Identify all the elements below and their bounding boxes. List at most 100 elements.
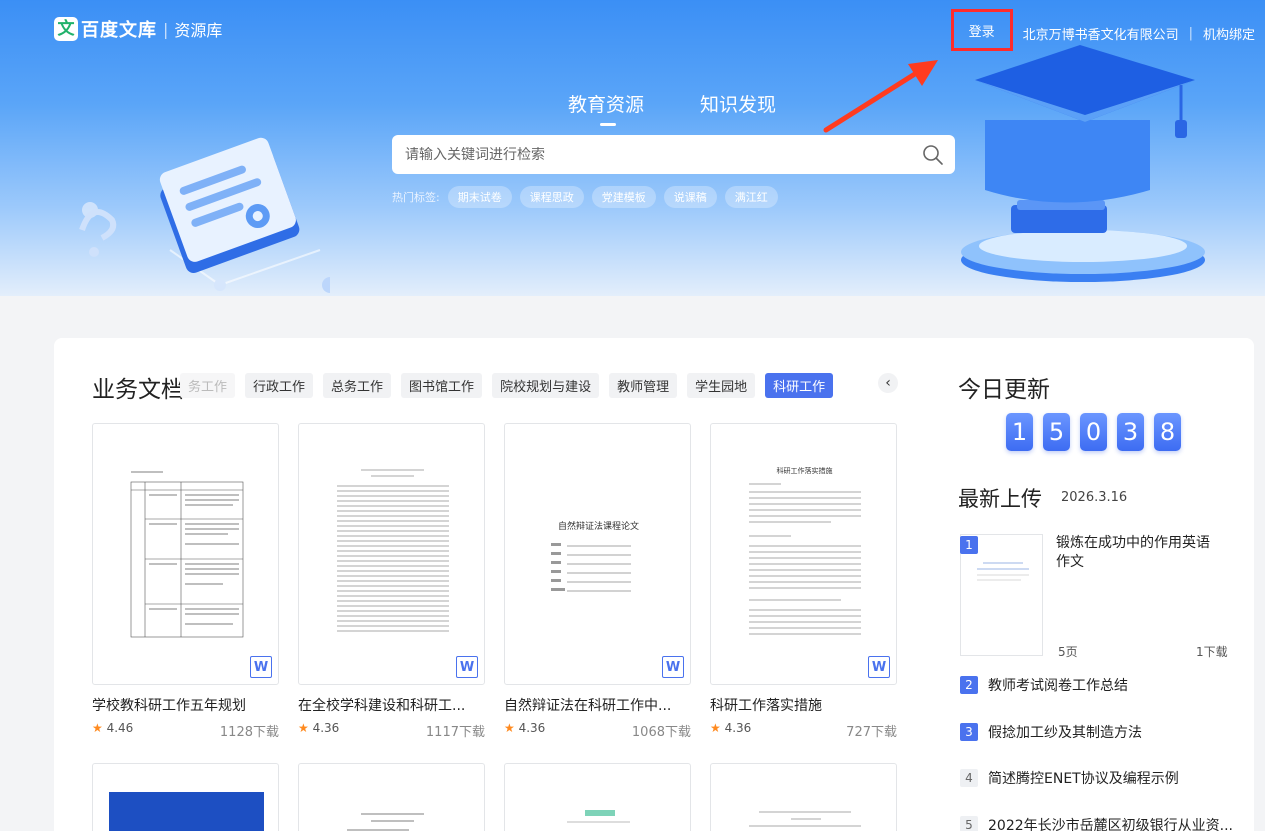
category-tab[interactable]: 图书馆工作 bbox=[401, 373, 483, 398]
star-icon: ★ bbox=[92, 721, 103, 735]
word-file-icon: W bbox=[868, 656, 890, 678]
star-icon: ★ bbox=[710, 721, 721, 735]
doc-title[interactable]: 学校教科研工作五年规划 bbox=[92, 695, 279, 715]
category-tab-active[interactable]: 科研工作 bbox=[765, 373, 834, 398]
hot-tags: 热门标签: 期末试卷 课程思政 党建模板 说课稿 满江红 bbox=[392, 186, 778, 208]
tab-knowledge[interactable]: 知识发现 bbox=[700, 90, 776, 117]
counter-digit: 1 bbox=[1006, 413, 1033, 451]
hot-tag[interactable]: 说课稿 bbox=[663, 186, 717, 208]
doc-meta: ★ 4.36 1068下载 bbox=[504, 721, 691, 740]
counter-digit: 3 bbox=[1117, 413, 1144, 451]
logo-subtitle: 资源库 bbox=[174, 21, 223, 40]
doc-thumbnail[interactable] bbox=[298, 763, 485, 831]
latest-list-item[interactable]: 5 2022年长沙市岳麓区初级银行从业资... bbox=[960, 815, 1233, 831]
rank-badge: 1 bbox=[960, 536, 978, 554]
tab-education[interactable]: 教育资源 bbox=[568, 90, 644, 126]
rank-badge: 3 bbox=[960, 723, 978, 741]
hero-tabs: 教育资源 知识发现 bbox=[568, 90, 832, 126]
doc-preview-table bbox=[130, 471, 244, 638]
doc-downloads: 1128下载 bbox=[219, 725, 279, 740]
doc-title[interactable]: 科研工作落实措施 bbox=[710, 695, 897, 715]
doc-preview-text bbox=[749, 483, 861, 635]
doc-thumbnail[interactable] bbox=[504, 763, 691, 831]
hero-banner: 文 百度文库 | 资源库 登录 北京万博书香文化有限公司 | 机构绑定 教育资源… bbox=[0, 0, 1265, 296]
doc-thumbnail[interactable]: 自然辩证法课程论文 W bbox=[504, 423, 691, 685]
doc-card[interactable]: W 学校教科研工作五年规划 ★ 4.46 1128下载 bbox=[92, 423, 279, 740]
counter-digit: 5 bbox=[1043, 413, 1070, 451]
today-update-title: 今日更新 bbox=[958, 377, 1050, 403]
doc-rating: ★ 4.36 bbox=[298, 721, 340, 735]
doc-downloads: 1117下载 bbox=[425, 725, 485, 740]
doc-downloads: 1068下载 bbox=[631, 725, 691, 740]
hot-tag[interactable]: 期末试卷 bbox=[447, 186, 512, 208]
doc-preview-text bbox=[347, 813, 424, 831]
doc-thumbnail[interactable]: W bbox=[298, 423, 485, 685]
category-tab[interactable]: 总务工作 bbox=[323, 373, 392, 398]
category-tab[interactable]: 行政工作 bbox=[245, 373, 314, 398]
doc-rating: ★ 4.46 bbox=[92, 721, 134, 735]
latest-item-title[interactable]: 2022年长沙市岳麓区初级银行从业资... bbox=[988, 815, 1233, 831]
doc-cover-image bbox=[109, 792, 264, 831]
star-icon: ★ bbox=[298, 721, 309, 735]
hot-tag[interactable]: 党建模板 bbox=[591, 186, 656, 208]
word-file-icon: W bbox=[250, 656, 272, 678]
doc-card[interactable]: 自然辩证法课程论文 W 自然辩证法在科研工作中... ★ 4.36 1068下载 bbox=[504, 423, 691, 740]
latest-list-item[interactable]: 3 假捻加工纱及其制造方法 bbox=[960, 722, 1142, 742]
category-tab[interactable]: 务工作 bbox=[180, 373, 236, 398]
doc-preview-text bbox=[567, 810, 630, 823]
doc-card[interactable]: 科研工作落实措施 W 科研工作落实措施 ★ 4.36 727下载 bbox=[710, 423, 897, 740]
search-box bbox=[392, 135, 955, 174]
doc-rating: ★ 4.36 bbox=[710, 721, 752, 735]
section-title-business-docs: 业务文档 bbox=[92, 377, 184, 403]
doc-meta: ★ 4.46 1128下载 bbox=[92, 721, 279, 740]
category-tabs: 务工作 行政工作 总务工作 图书馆工作 院校规划与建设 教师管理 学生园地 科研… bbox=[180, 373, 898, 398]
wenku-logo-icon: 文 bbox=[54, 17, 78, 41]
logo-separator: | bbox=[163, 19, 169, 39]
doc-rating: ★ 4.36 bbox=[504, 721, 546, 735]
star-icon: ★ bbox=[504, 721, 515, 735]
word-file-icon: W bbox=[456, 656, 478, 678]
doc-meta: ★ 4.36 727下载 bbox=[710, 721, 897, 740]
counter-digit: 8 bbox=[1154, 413, 1181, 451]
login-link[interactable]: 登录 bbox=[969, 21, 995, 40]
doc-preview-form bbox=[551, 543, 631, 592]
download-count: 1下载 bbox=[1196, 645, 1228, 659]
doc-meta: ★ 4.36 1117下载 bbox=[298, 721, 485, 740]
doc-title[interactable]: 在全校学科建设和科研工... bbox=[298, 695, 485, 715]
hot-tag[interactable]: 满江红 bbox=[724, 186, 778, 208]
latest-item-title[interactable]: 教师考试阅卷工作总结 bbox=[988, 675, 1128, 695]
logo[interactable]: 文 百度文库 | 资源库 bbox=[54, 16, 222, 42]
doc-thumbnail[interactable] bbox=[710, 763, 897, 831]
category-tab[interactable]: 学生园地 bbox=[687, 373, 756, 398]
latest-upload-date: 2026.3.16 bbox=[1061, 490, 1128, 505]
doc-thumbnail[interactable] bbox=[92, 763, 279, 831]
page-count: 5页 bbox=[1058, 645, 1078, 659]
update-counter: 1 5 0 3 8 bbox=[1006, 413, 1191, 451]
latest-list-item[interactable]: 4 简述腾控ENET协议及编程示例 bbox=[960, 768, 1179, 788]
counter-digit: 0 bbox=[1080, 413, 1107, 451]
rank-badge: 2 bbox=[960, 676, 978, 694]
hot-tag[interactable]: 课程思政 bbox=[519, 186, 584, 208]
category-tab[interactable]: 院校规划与建设 bbox=[492, 373, 600, 398]
word-file-icon: W bbox=[662, 656, 684, 678]
latest-item-title[interactable]: 假捻加工纱及其制造方法 bbox=[988, 722, 1142, 742]
rank-badge: 5 bbox=[960, 816, 978, 831]
latest-list-item[interactable]: 2 教师考试阅卷工作总结 bbox=[960, 675, 1128, 695]
doc-thumbnail[interactable]: W bbox=[92, 423, 279, 685]
graduation-cap-illustration bbox=[961, 45, 1205, 282]
doc-downloads: 727下载 bbox=[846, 725, 897, 740]
latest-upload-title: 最新上传 bbox=[958, 487, 1042, 511]
doc-title[interactable]: 自然辩证法在科研工作中... bbox=[504, 695, 691, 715]
chevron-left-icon[interactable]: ‹ bbox=[878, 373, 898, 393]
red-arrow-annotation bbox=[823, 60, 938, 133]
doc-preview-title: 科研工作落实措施 bbox=[776, 467, 833, 475]
search-input[interactable] bbox=[405, 146, 911, 163]
nav-separator: | bbox=[1188, 25, 1193, 41]
latest-item-title[interactable]: 锻炼在成功中的作用英语作文 bbox=[1056, 534, 1221, 572]
latest-item-title[interactable]: 简述腾控ENET协议及编程示例 bbox=[988, 768, 1179, 788]
rank-badge: 4 bbox=[960, 769, 978, 787]
doc-card[interactable]: W 在全校学科建设和科研工... ★ 4.36 1117下载 bbox=[298, 423, 485, 740]
doc-preview-text bbox=[749, 811, 861, 827]
category-tab[interactable]: 教师管理 bbox=[609, 373, 678, 398]
doc-thumbnail[interactable]: 科研工作落实措施 W bbox=[710, 423, 897, 685]
